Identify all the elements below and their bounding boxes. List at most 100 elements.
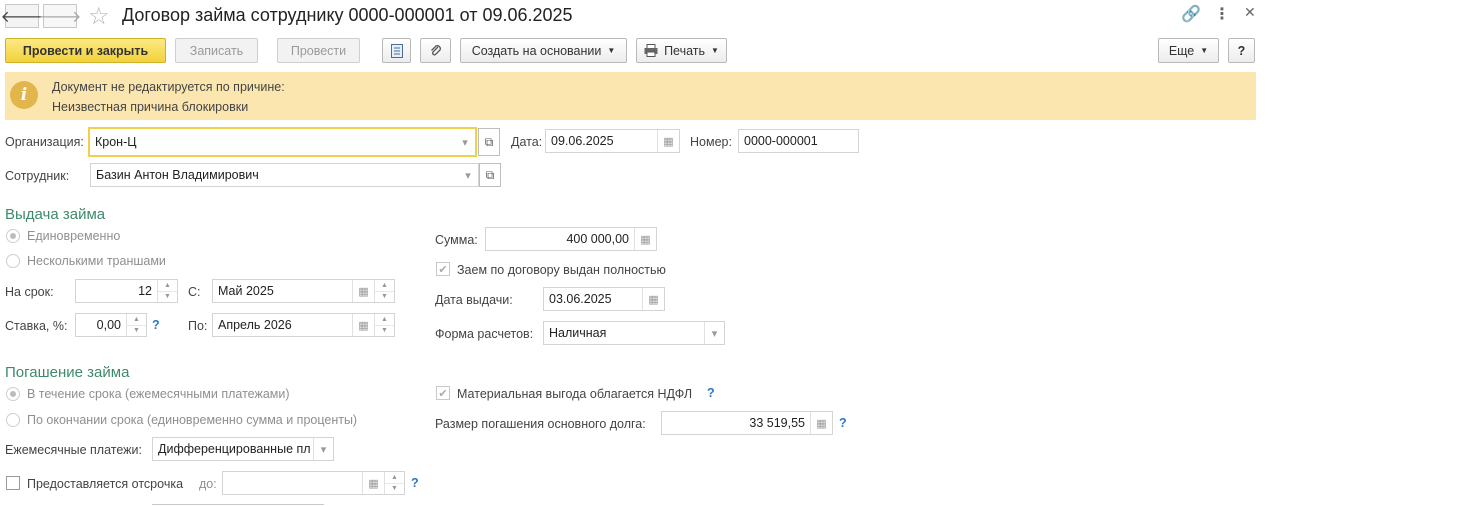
- radio-tranches[interactable]: [6, 254, 20, 268]
- term-value: 12: [138, 284, 152, 298]
- more-vertical-icon[interactable]: ⋮: [1214, 4, 1230, 24]
- create-based-on-button[interactable]: Создать на основании ▼: [460, 38, 627, 63]
- attachments-button[interactable]: [420, 38, 451, 63]
- date-field[interactable]: 09.06.2025 ▦: [545, 129, 680, 153]
- from-field[interactable]: Май 2025 ▦ ▲ ▼: [212, 279, 395, 303]
- amount-label: Сумма:: [435, 233, 478, 247]
- employee-value: Базин Антон Владимирович: [96, 168, 259, 182]
- payment-form-label: Форма расчетов:: [435, 327, 534, 341]
- issue-date-value: 03.06.2025: [549, 292, 612, 306]
- page-title: Договор займа сотруднику 0000-000001 от …: [122, 5, 573, 25]
- rate-help-icon[interactable]: ?: [152, 318, 160, 332]
- chevron-down-icon[interactable]: ▾: [458, 164, 478, 186]
- chevron-down-icon[interactable]: ▾: [455, 129, 475, 155]
- deferral-checkbox[interactable]: [6, 476, 20, 490]
- open-window-icon: ⧉: [485, 167, 495, 182]
- calendar-icon[interactable]: ▦: [642, 288, 664, 310]
- principal-help-icon[interactable]: ?: [839, 416, 847, 430]
- calendar-icon[interactable]: ▦: [657, 130, 679, 152]
- from-label: С:: [188, 285, 201, 299]
- arrow-left-icon: 🡐: [0, 8, 44, 26]
- more-button[interactable]: Еще ▼: [1158, 38, 1219, 63]
- monthly-payments-label: Ежемесячные платежи:: [5, 443, 142, 457]
- chevron-down-icon: ▼: [1200, 46, 1209, 55]
- ndfl-help-icon[interactable]: ?: [707, 386, 715, 400]
- help-label: ?: [1237, 43, 1246, 58]
- open-window-icon: ⧉: [484, 134, 494, 149]
- principal-label: Размер погашения основного долга:: [435, 417, 646, 431]
- employee-field[interactable]: Базин Антон Владимирович ▾: [90, 163, 479, 187]
- rate-label: Ставка, %:: [5, 319, 68, 333]
- number-value: 0000-000001: [744, 134, 818, 148]
- open-employee-button[interactable]: ⧉: [479, 163, 501, 187]
- monthly-payments-field[interactable]: Дифференцированные пл ▾: [152, 437, 334, 461]
- deferral-help-icon[interactable]: ?: [411, 476, 419, 490]
- more-label: Еще: [1168, 43, 1195, 58]
- create-based-on-label: Создать на основании: [471, 43, 602, 58]
- chevron-down-icon[interactable]: ▾: [704, 322, 724, 344]
- radio-once[interactable]: [6, 229, 20, 243]
- issue-date-field[interactable]: 03.06.2025 ▦: [543, 287, 665, 311]
- calendar-icon[interactable]: ▦: [352, 280, 374, 302]
- radio-monthly[interactable]: [6, 387, 20, 401]
- amount-value: 400 000,00: [566, 232, 629, 246]
- deferral-label: Предоставляется отсрочка: [27, 477, 184, 491]
- calculator-icon[interactable]: ▦: [810, 412, 832, 434]
- calendar-icon[interactable]: ▦: [362, 472, 384, 494]
- term-field[interactable]: 12 ▲ ▼: [75, 279, 178, 303]
- chevron-down-icon[interactable]: ▾: [313, 438, 333, 460]
- date-value: 09.06.2025: [551, 134, 614, 148]
- date-label: Дата:: [511, 135, 543, 149]
- favorite-star-icon[interactable]: ☆: [88, 2, 110, 31]
- forward-button[interactable]: 🡒: [39, 4, 81, 28]
- calculator-icon[interactable]: ▦: [634, 228, 656, 250]
- print-button[interactable]: Печать ▼: [636, 38, 727, 63]
- ndfl-checkbox[interactable]: ✔: [436, 386, 450, 400]
- organization-label: Организация:: [5, 135, 84, 149]
- deferral-stepper[interactable]: ▲ ▼: [384, 472, 404, 494]
- payment-form-field[interactable]: Наличная ▾: [543, 321, 725, 345]
- number-field[interactable]: 0000-000001: [738, 129, 859, 153]
- ndfl-label: Материальная выгода облагается НДФЛ: [457, 387, 693, 401]
- fully-issued-label: Заем по договору выдан полностью: [457, 263, 666, 277]
- radio-end-label: По окончании срока (единовременно сумма …: [27, 413, 358, 427]
- organization-value: Крон-Ц: [95, 135, 137, 149]
- radio-tranches-label: Несколькими траншами: [27, 254, 166, 268]
- to-stepper[interactable]: ▲ ▼: [374, 314, 394, 336]
- calendar-icon[interactable]: ▦: [352, 314, 374, 336]
- monthly-payments-value: Дифференцированные пл: [158, 442, 311, 456]
- save-label: Записать: [189, 43, 244, 58]
- close-icon[interactable]: ✕: [1244, 4, 1256, 21]
- radio-once-label: Единовременно: [27, 229, 121, 243]
- journal-button[interactable]: [382, 38, 411, 63]
- printer-icon: [644, 44, 658, 57]
- fully-issued-checkbox[interactable]: ✔: [436, 262, 450, 276]
- post-and-close-button[interactable]: Провести и закрыть: [5, 38, 166, 63]
- from-stepper[interactable]: ▲ ▼: [374, 280, 394, 302]
- rate-field[interactable]: 0,00 ▲ ▼: [75, 313, 147, 337]
- to-label: По:: [188, 319, 208, 333]
- deferral-to-field[interactable]: ▦ ▲ ▼: [222, 471, 405, 495]
- term-stepper[interactable]: ▲ ▼: [157, 280, 177, 302]
- back-button[interactable]: 🡐: [1, 4, 43, 28]
- open-organization-button[interactable]: ⧉: [478, 128, 500, 156]
- principal-field[interactable]: 33 519,55 ▦: [661, 411, 833, 435]
- amount-field[interactable]: 400 000,00 ▦: [485, 227, 657, 251]
- rate-stepper[interactable]: ▲ ▼: [126, 314, 146, 336]
- radio-monthly-label: В течение срока (ежемесячными платежами): [27, 387, 290, 401]
- to-value: Апрель 2026: [218, 318, 292, 332]
- to-field[interactable]: Апрель 2026 ▦ ▲ ▼: [212, 313, 395, 337]
- info-icon: i: [10, 81, 38, 109]
- deferral-to-label: до:: [199, 477, 217, 491]
- save-button[interactable]: Записать: [175, 38, 258, 63]
- radio-end[interactable]: [6, 413, 20, 427]
- chevron-down-icon: ▼: [711, 46, 719, 55]
- post-button[interactable]: Провести: [277, 38, 360, 63]
- term-label: На срок:: [5, 285, 54, 299]
- organization-field[interactable]: Крон-Ц ▾: [88, 127, 477, 157]
- from-value: Май 2025: [218, 284, 274, 298]
- link-icon[interactable]: 🔗: [1181, 4, 1201, 24]
- repay-section-title: Погашение займа: [5, 364, 130, 381]
- help-button[interactable]: ?: [1228, 38, 1255, 63]
- payment-form-value: Наличная: [549, 326, 607, 340]
